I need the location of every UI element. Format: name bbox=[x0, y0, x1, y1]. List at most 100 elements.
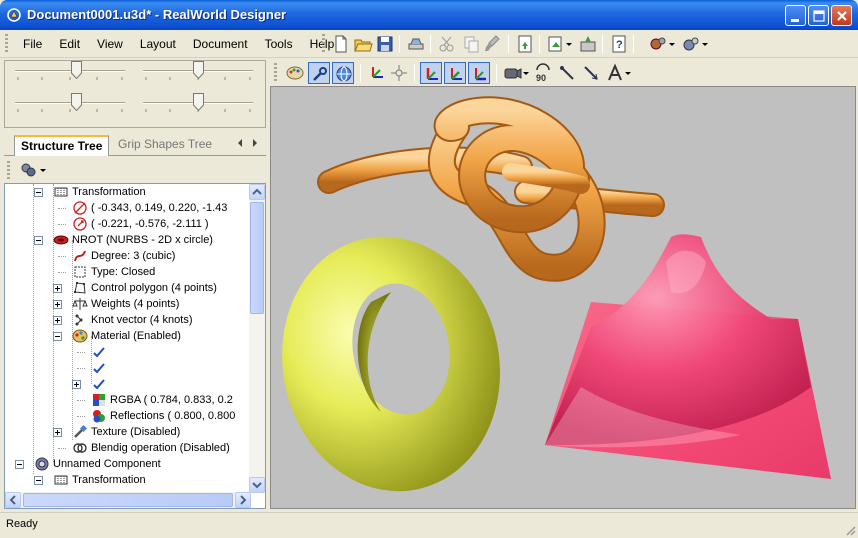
tree-node[interactable]: Reflections ( 0.800, 0.800 bbox=[5, 408, 251, 424]
tree-node[interactable]: Texture (Disabled) bbox=[5, 424, 251, 440]
cut-button[interactable] bbox=[436, 33, 458, 55]
expand-toggle[interactable] bbox=[72, 380, 81, 389]
tree-node[interactable]: Weights (4 points) bbox=[5, 296, 251, 312]
scene-canvas[interactable] bbox=[271, 87, 856, 509]
center-button[interactable] bbox=[388, 62, 410, 84]
material-palette-button[interactable] bbox=[284, 62, 306, 84]
collapse-toggle[interactable] bbox=[34, 188, 43, 197]
tree-node[interactable]: RGBA ( 0.784, 0.833, 0.2 bbox=[5, 392, 251, 408]
add-component-dropdown[interactable] bbox=[38, 159, 48, 181]
close-button[interactable] bbox=[831, 5, 852, 26]
tab-scroll-arrows[interactable] bbox=[236, 138, 260, 150]
expand-toggle[interactable] bbox=[53, 316, 62, 325]
collapse-toggle[interactable] bbox=[34, 236, 43, 245]
menu-file[interactable]: File bbox=[14, 30, 50, 58]
expand-toggle[interactable] bbox=[53, 284, 62, 293]
pink-surface[interactable] bbox=[545, 234, 831, 479]
new-document-button[interactable] bbox=[330, 33, 352, 55]
collapse-toggle[interactable] bbox=[53, 332, 62, 341]
tools-dropdown[interactable] bbox=[700, 33, 710, 55]
menu-layout[interactable]: Layout bbox=[131, 30, 184, 58]
tree-node[interactable]: Blendig operation (Disabled) bbox=[5, 440, 251, 456]
paste-button[interactable] bbox=[482, 33, 504, 55]
center-target-icon bbox=[391, 65, 407, 81]
axis-view-2-button[interactable] bbox=[444, 62, 466, 84]
menu-document[interactable]: Document bbox=[184, 30, 256, 58]
open-button[interactable] bbox=[352, 33, 374, 55]
slider-2[interactable] bbox=[143, 61, 253, 81]
slider-3[interactable] bbox=[15, 93, 125, 113]
plugin-gear-icon bbox=[650, 37, 666, 50]
tree-vertical-scrollbar[interactable] bbox=[249, 184, 265, 493]
menu-edit[interactable]: Edit bbox=[50, 30, 88, 58]
tree-node[interactable]: Transformation bbox=[5, 472, 251, 488]
open-folder-icon bbox=[354, 39, 373, 52]
tree-node[interactable]: ( -0.343, 0.149, 0.220, -1.43 bbox=[5, 200, 251, 216]
tree-node[interactable] bbox=[5, 376, 251, 392]
tree-node[interactable] bbox=[5, 344, 251, 360]
tree-node[interactable]: Knot vector (4 knots) bbox=[5, 312, 251, 328]
tree-horizontal-scrollbar[interactable] bbox=[5, 492, 251, 508]
collapse-toggle[interactable] bbox=[15, 460, 24, 469]
render-export-dropdown[interactable] bbox=[564, 33, 574, 55]
tree-node[interactable]: Transformation bbox=[5, 184, 251, 200]
chevron-down-icon bbox=[625, 72, 631, 75]
menubar-grip[interactable] bbox=[5, 34, 8, 54]
wrench-icon bbox=[313, 67, 327, 81]
tree-node[interactable]: Control polygon (4 points) bbox=[5, 280, 251, 296]
wrench-tool-button[interactable] bbox=[308, 62, 330, 84]
globe-tool-button[interactable] bbox=[332, 62, 354, 84]
export-button[interactable] bbox=[514, 33, 536, 55]
rotate-90-button[interactable]: 90 bbox=[532, 62, 554, 84]
collapse-toggle[interactable] bbox=[34, 476, 43, 485]
scroll-thumb[interactable] bbox=[250, 202, 264, 314]
tree-node[interactable]: Unnamed Component bbox=[5, 456, 251, 472]
plugins-dropdown[interactable] bbox=[667, 33, 677, 55]
save-button[interactable] bbox=[374, 33, 396, 55]
tree-node[interactable]: Material (Enabled) bbox=[5, 328, 251, 344]
tab-grip-shapes-tree[interactable]: Grip Shapes Tree bbox=[112, 135, 218, 156]
scroll-right-button[interactable] bbox=[235, 492, 251, 508]
expand-toggle[interactable] bbox=[53, 300, 62, 309]
status-bar: Ready bbox=[0, 512, 858, 538]
expand-toggle[interactable] bbox=[53, 428, 62, 437]
copy-button[interactable] bbox=[460, 33, 482, 55]
plugins-button[interactable] bbox=[647, 33, 669, 55]
menu-view[interactable]: View bbox=[88, 30, 131, 58]
text-tool-dropdown[interactable] bbox=[623, 62, 633, 84]
slider-1[interactable] bbox=[15, 61, 125, 81]
scale-button[interactable] bbox=[556, 62, 578, 84]
add-component-button[interactable] bbox=[18, 159, 40, 181]
maximize-button[interactable] bbox=[808, 5, 829, 26]
tree-node[interactable]: ( -0.221, -0.576, -2.111 ) bbox=[5, 216, 251, 232]
tree-node[interactable] bbox=[5, 360, 251, 376]
tools-button[interactable] bbox=[680, 33, 702, 55]
structure-tree[interactable]: Transformation ( -0.343, 0.149, 0.220, -1… bbox=[4, 183, 266, 509]
tab-structure-tree[interactable]: Structure Tree bbox=[14, 135, 110, 156]
slider-4[interactable] bbox=[143, 93, 253, 113]
tree-node[interactable]: NROT (NURBS - 2D x circle) bbox=[5, 232, 251, 248]
scanner-button[interactable] bbox=[405, 33, 427, 55]
axis-view-3-button[interactable] bbox=[468, 62, 490, 84]
shear-button[interactable] bbox=[580, 62, 602, 84]
tree-node[interactable]: Degree: 3 (cubic) bbox=[5, 248, 251, 264]
camera-dropdown[interactable] bbox=[521, 62, 531, 84]
yellow-torus[interactable] bbox=[271, 216, 523, 509]
move-axis-button[interactable] bbox=[366, 62, 388, 84]
tree-node[interactable]: Type: Closed bbox=[5, 264, 251, 280]
toolbar-grip[interactable] bbox=[322, 34, 325, 54]
tree-toolbar-grip[interactable] bbox=[7, 161, 10, 181]
minimize-button[interactable] bbox=[785, 5, 806, 26]
tree-node-label: Control polygon (4 points) bbox=[91, 282, 217, 294]
scroll-down-button[interactable] bbox=[249, 477, 265, 493]
help-button[interactable]: ? bbox=[608, 33, 630, 55]
menu-tools[interactable]: Tools bbox=[256, 30, 301, 58]
publish-button[interactable] bbox=[577, 33, 599, 55]
3d-viewport[interactable] bbox=[270, 86, 856, 509]
resize-grip-icon[interactable] bbox=[844, 524, 856, 536]
scroll-thumb[interactable] bbox=[23, 493, 233, 507]
scroll-up-button[interactable] bbox=[249, 184, 265, 200]
axis-view-1-button[interactable] bbox=[420, 62, 442, 84]
viewport-toolbar-grip[interactable] bbox=[274, 63, 277, 83]
scroll-left-button[interactable] bbox=[5, 492, 21, 508]
